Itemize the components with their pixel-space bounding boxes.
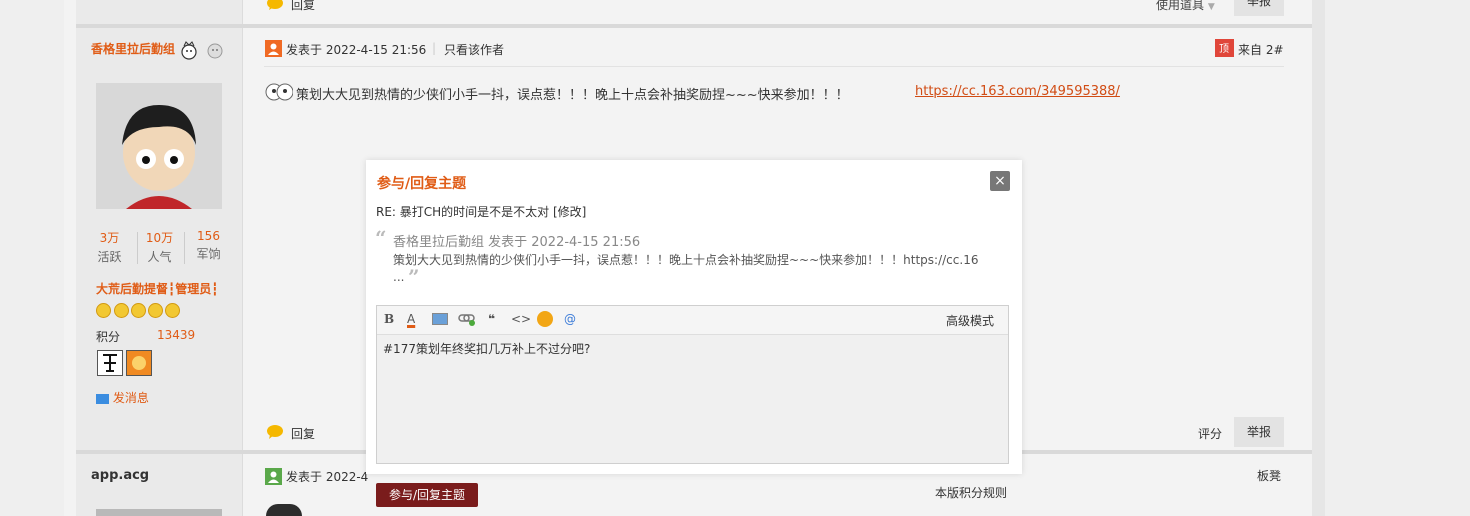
- stat-activity-label: 活跃: [97, 250, 122, 264]
- bold-icon[interactable]: B: [384, 312, 394, 328]
- post1-link[interactable]: https://cc.163.com/349595388/: [915, 84, 1120, 99]
- dialog-title: 参与/回复主题: [377, 176, 467, 192]
- stat-pay-label: 军饷: [196, 247, 221, 261]
- report-button-top[interactable]: 举报: [1234, 0, 1284, 16]
- quote-open-icon: “: [375, 226, 387, 250]
- reply-link-top[interactable]: 回复: [291, 0, 315, 13]
- points-label: 积分: [96, 330, 121, 344]
- emoji-picker-icon[interactable]: [537, 311, 553, 327]
- post-separator: [76, 24, 1312, 28]
- badge-icon: [97, 350, 123, 376]
- stat-pay: 156 军饷: [186, 229, 231, 262]
- floor-number: 来自 2#: [1238, 43, 1284, 57]
- stat-divider: [184, 232, 185, 264]
- avatar-image: [96, 83, 222, 209]
- mail-icon: [96, 393, 109, 404]
- medal-icon: [131, 303, 146, 318]
- editor-toolbar: B A ❝ <> @ 高级模式: [377, 306, 1008, 335]
- post-author-icon: [265, 40, 282, 60]
- post2-avatar[interactable]: [96, 509, 222, 516]
- post1-username-text: 香格里拉后勤组: [91, 42, 176, 56]
- medal-icon: [148, 303, 163, 318]
- post1-username[interactable]: 香格里拉后勤组: [91, 40, 175, 57]
- divider: |: [432, 41, 437, 55]
- advanced-mode-link[interactable]: 高级模式: [946, 312, 994, 328]
- reply-subject[interactable]: RE: 暴打CH的时间是不是不太对 [修改]: [376, 203, 586, 220]
- chevron-down-icon: ▼: [1207, 2, 1215, 12]
- post2-floor: 板凳: [1257, 469, 1282, 483]
- svg-text:顶: 顶: [1219, 43, 1229, 55]
- quote-ellipsis: ...: [393, 270, 405, 284]
- post1-avatar[interactable]: [96, 83, 222, 209]
- quote-header: 香格里拉后勤组 发表于 2022-4-15 21:56: [393, 235, 641, 250]
- stat-popularity-value: 10万: [145, 231, 174, 245]
- mention-icon[interactable]: @: [564, 312, 576, 328]
- stat-popularity: 10万人气: [137, 229, 182, 265]
- only-author-link[interactable]: 只看该作者: [444, 41, 504, 58]
- send-message-label: 发消息: [112, 391, 149, 405]
- gender-icon: [180, 40, 200, 63]
- post2-emoji-icon: [266, 504, 302, 516]
- reply-icon[interactable]: [266, 0, 284, 13]
- post2-username[interactable]: app.acg: [91, 468, 149, 483]
- report-button[interactable]: 举报: [1234, 417, 1284, 447]
- close-icon[interactable]: ×: [990, 171, 1010, 191]
- stat-popularity-label: 人气: [147, 250, 172, 264]
- send-message-link[interactable]: 发消息: [96, 389, 149, 406]
- user-group-title: 大荒后勤提督┇管理员┇: [96, 282, 219, 296]
- quote-icon[interactable]: ❝: [488, 312, 495, 328]
- font-color-icon[interactable]: A: [407, 312, 415, 328]
- medal-icon: [96, 303, 111, 318]
- header-divider: [264, 66, 1284, 67]
- link-icon[interactable]: [458, 312, 476, 328]
- rate-link[interactable]: 评分: [1198, 425, 1222, 442]
- emoji-icon: [265, 79, 294, 108]
- online-status-icon: [205, 42, 225, 63]
- post-author-icon: [265, 468, 282, 488]
- points-value: 13439: [157, 328, 196, 342]
- medal-icon: [114, 303, 129, 318]
- quote-close-icon: ”: [408, 265, 420, 289]
- medal-icon: [165, 303, 180, 318]
- reply-icon[interactable]: [266, 424, 284, 442]
- quote-body: 策划大大见到热情的少侠们小手一抖，误点惹！！！晚上十点会补抽奖励捏~~~快来参加…: [393, 253, 979, 267]
- pin-icon[interactable]: 顶: [1215, 39, 1234, 60]
- post2-timestamp: 发表于 2022-4: [286, 470, 369, 484]
- stat-activity: 3万活跃: [87, 229, 132, 265]
- code-icon[interactable]: <>: [511, 312, 531, 328]
- reply-link[interactable]: 回复: [291, 425, 315, 442]
- rules-link[interactable]: 本版积分规则: [935, 484, 1007, 501]
- editor-content[interactable]: #177策划年终奖扣几万补上不过分吧?: [383, 340, 590, 357]
- badge-icon: [126, 350, 152, 376]
- submit-reply-button[interactable]: 参与/回复主题: [376, 483, 478, 507]
- tools-label: 使用道具: [1156, 0, 1205, 12]
- reply-dialog: 参与/回复主题 × RE: 暴打CH的时间是不是不太对 [修改] “ 香格里拉后…: [366, 160, 1022, 474]
- post1-timestamp: 发表于 2022-4-15 21:56: [286, 43, 427, 57]
- stat-activity-value: 3万: [99, 231, 120, 245]
- post1-content: 策划大大见到热情的少侠们小手一抖，误点惹！！！晚上十点会补抽奖励捏~~~快来参加…: [296, 88, 849, 103]
- tools-menu[interactable]: 使用道具 ▼: [1156, 0, 1215, 13]
- image-icon[interactable]: [432, 313, 448, 325]
- stat-pay-value: 156: [197, 229, 220, 243]
- reply-editor[interactable]: B A ❝ <> @ 高级模式 #177策划年终奖扣几万补上不过分吧?: [376, 305, 1009, 464]
- page-edge: [1312, 0, 1325, 516]
